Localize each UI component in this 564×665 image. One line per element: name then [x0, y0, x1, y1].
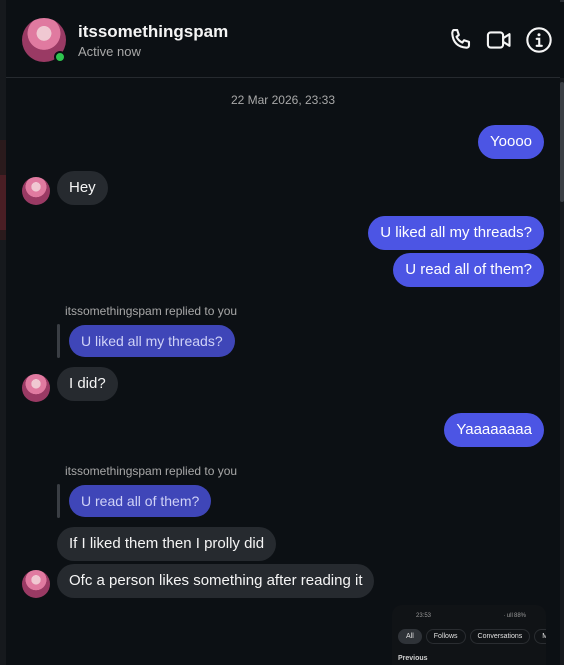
attachment-tab-all: All — [398, 629, 422, 644]
attachment-status-bar: 23:53 · ull 88% — [392, 613, 546, 619]
quoted-message[interactable]: U read all of them? — [69, 485, 212, 517]
attachment-tab-conversations: Conversations — [469, 629, 531, 644]
quoted-message[interactable]: U liked all my threads? — [69, 325, 235, 357]
video-call-icon[interactable] — [485, 26, 513, 54]
reply-indicator: itssomethingspam replied to you — [65, 304, 238, 318]
attachment-section-label: Previous — [398, 655, 428, 662]
incoming-message[interactable]: I did? — [57, 367, 118, 401]
info-icon[interactable] — [525, 26, 553, 54]
scrollbar-thumb[interactable] — [560, 82, 564, 202]
outgoing-message[interactable]: Yoooo — [478, 125, 544, 159]
outgoing-message[interactable]: Yaaaaaaaa — [444, 413, 544, 447]
chat-window: itssomethingspam Active now 22 Mar 2026,… — [6, 0, 560, 665]
active-status-dot — [54, 51, 66, 63]
phone-icon[interactable] — [446, 26, 474, 54]
image-attachment[interactable]: 23:53 · ull 88% All Follows Conversation… — [392, 605, 546, 665]
attachment-tab-mentions: Ment — [534, 629, 546, 644]
chat-header: itssomethingspam Active now — [6, 2, 560, 78]
avatar[interactable] — [22, 570, 50, 598]
attachment-tabs: All Follows Conversations Ment — [398, 629, 546, 644]
incoming-message[interactable]: Hey — [57, 171, 108, 205]
reply-bar — [57, 324, 60, 358]
contact-status: Active now — [78, 44, 141, 59]
outgoing-message[interactable]: U liked all my threads? — [368, 216, 544, 250]
attachment-tab-follows: Follows — [425, 629, 466, 644]
message-timestamp: 22 Mar 2026, 23:33 — [230, 93, 336, 107]
reply-bar — [57, 484, 60, 518]
incoming-message[interactable]: If I liked them then I prolly did — [57, 527, 277, 561]
attachment-status-icons: · ull 88% — [503, 613, 526, 619]
incoming-message[interactable]: Ofc a person likes something after readi… — [57, 564, 375, 598]
avatar[interactable] — [22, 177, 50, 205]
attachment-status-time: 23:53 — [416, 613, 432, 619]
reply-indicator: itssomethingspam replied to you — [65, 464, 238, 478]
contact-name[interactable]: itssomethingspam — [78, 22, 228, 42]
scrollbar[interactable] — [560, 78, 564, 665]
outgoing-message[interactable]: U read all of them? — [393, 253, 544, 287]
avatar[interactable] — [22, 374, 50, 402]
